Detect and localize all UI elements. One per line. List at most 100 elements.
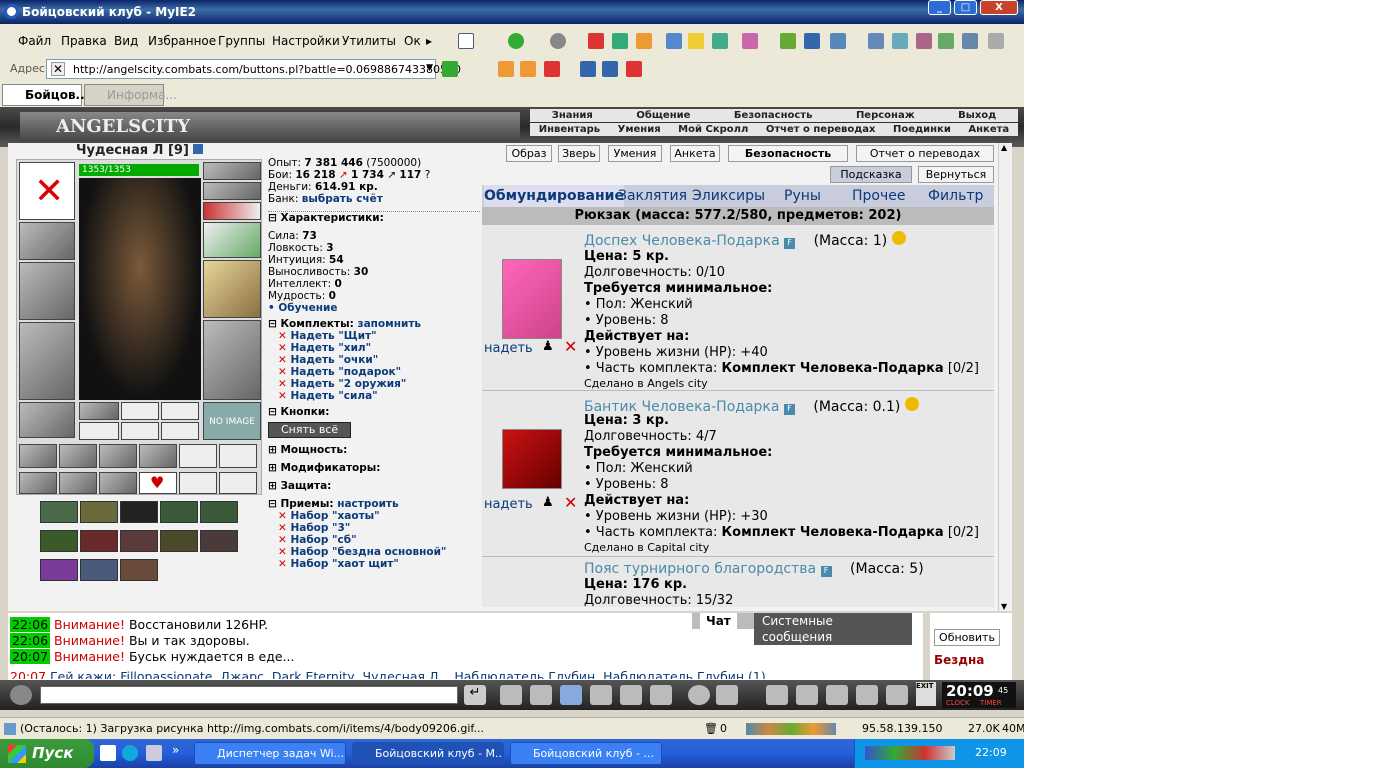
skill-icon[interactable] (120, 530, 158, 552)
protection-header[interactable]: ⊞ Защита: (268, 480, 480, 492)
nav-character[interactable]: Персонаж (856, 109, 915, 122)
eraser-icon[interactable] (500, 685, 522, 705)
skill-icon[interactable] (80, 559, 118, 581)
back-icon[interactable] (508, 33, 524, 49)
security-button[interactable]: Безопасность (728, 145, 848, 162)
quicklaunch-icon[interactable] (100, 745, 116, 761)
address-dropdown-icon[interactable]: ▼ (426, 63, 433, 73)
trick-set-item[interactable]: ✕ Набор "хаоты" (278, 510, 480, 522)
copy-icon[interactable] (868, 33, 884, 49)
quickslot[interactable] (59, 444, 97, 468)
skill-icon[interactable] (40, 501, 78, 523)
delete-trick-icon[interactable]: ✕ (278, 510, 287, 522)
item-name[interactable]: Пояс турнирного благородства F (Масса: 5… (584, 561, 924, 577)
nav-inventory[interactable]: Инвентарь (539, 123, 600, 136)
tab-elixirs[interactable]: Эликсиры (692, 185, 765, 207)
delete-set-icon[interactable]: ✕ (278, 354, 287, 366)
menu-settings[interactable]: Настройки (272, 34, 340, 48)
restore-tab-icon[interactable] (602, 61, 618, 77)
tab-spells[interactable]: Заклятия (618, 185, 687, 207)
tricks-header[interactable]: ⊟ Приемы: настроить (268, 498, 480, 510)
info-badge-icon[interactable]: F (783, 404, 795, 415)
minimize-tab-icon[interactable] (580, 61, 596, 77)
maximize-button[interactable]: □ (954, 0, 977, 15)
power-header[interactable]: ⊞ Мощность: (268, 444, 480, 456)
sets-header[interactable]: ⊟ Комплекты: запомнить (268, 318, 480, 330)
wear-link[interactable]: надеть (484, 341, 533, 356)
bag-icon[interactable] (766, 685, 788, 705)
reload-all-icon[interactable] (938, 33, 954, 49)
tab-other[interactable]: Прочее (852, 185, 905, 207)
slot-legs[interactable] (203, 320, 261, 400)
scroll-up-icon[interactable]: ▲ (1001, 143, 1007, 152)
trick-set-item[interactable]: ✕ Набор "3" (278, 522, 480, 534)
forward-icon[interactable] (550, 33, 566, 49)
slot-weapon[interactable] (19, 262, 75, 320)
main-scrollbar[interactable]: ▲ ▼ (998, 143, 1010, 611)
remove-all-button[interactable]: Снять всё (268, 422, 352, 438)
minimize-button[interactable]: _ (928, 0, 951, 15)
timer-label[interactable]: TIMER (980, 699, 1002, 707)
slot-helmet-empty[interactable]: ✕ (19, 162, 75, 220)
chat-mode-icon[interactable] (10, 685, 32, 705)
quickslot-heart[interactable]: ♥ (139, 472, 177, 494)
clan-icon[interactable] (886, 685, 908, 705)
task-task-manager[interactable]: Диспетчер задач Wi... (194, 742, 346, 765)
start-button[interactable]: Пуск (0, 739, 94, 768)
nav-skills[interactable]: Умения (618, 123, 661, 136)
wear-link[interactable]: надеть (484, 497, 533, 512)
set-item[interactable]: ✕ Надеть "хил" (278, 342, 480, 354)
favorites-star-icon[interactable] (688, 33, 704, 49)
nav-my-scroll[interactable]: Мой Скролл (678, 123, 748, 136)
sound-icon[interactable] (650, 685, 672, 705)
menu-groups[interactable]: Группы (218, 34, 265, 48)
slot-armor[interactable] (19, 322, 75, 400)
tab-equipment[interactable]: Обмундирование (484, 185, 624, 207)
training-link[interactable]: • Обучение (268, 302, 480, 314)
skill-icon[interactable] (80, 501, 118, 523)
translit-icon[interactable] (620, 685, 642, 705)
tools-icon[interactable] (988, 33, 1004, 49)
fight-icon[interactable] (590, 685, 612, 705)
menu-edit[interactable]: Правка (61, 34, 107, 48)
address-input[interactable]: ✕ http://angelscity.combats.com/buttons.… (46, 59, 461, 79)
nav-security[interactable]: Безопасность (734, 109, 813, 122)
quickslot[interactable] (99, 472, 137, 494)
drop-item-icon[interactable]: ✕ (564, 493, 577, 512)
new-page-icon[interactable] (458, 33, 474, 49)
menu-window[interactable]: Ок (404, 34, 421, 48)
transfer-report-button[interactable]: Отчет о переводах (856, 145, 994, 162)
open-icon[interactable] (780, 33, 796, 49)
tab-info[interactable]: Информа... (84, 84, 177, 106)
nav-transfer-report[interactable]: Отчет о переводах (766, 123, 876, 136)
buttons-header[interactable]: ⊟ Кнопки: (268, 406, 480, 418)
delete-set-icon[interactable]: ✕ (278, 366, 287, 378)
quickslot[interactable] (139, 444, 177, 468)
info-icon[interactable] (193, 144, 204, 154)
character-name[interactable]: Чудесная Л (76, 143, 163, 158)
nav-fights[interactable]: Поединки (893, 123, 951, 136)
slot-small-6[interactable] (161, 422, 199, 440)
edit-icon[interactable] (892, 33, 908, 49)
skill-icon[interactable] (120, 559, 158, 581)
menu-utilities[interactable]: Утилиты (342, 34, 396, 48)
quickslot[interactable] (19, 444, 57, 468)
trick-set-item[interactable]: ✕ Набор "сб" (278, 534, 480, 546)
set-item[interactable]: ✕ Надеть "подарок" (278, 366, 480, 378)
refresh-button[interactable]: Обновить (934, 629, 1000, 646)
set-item[interactable]: ✕ Надеть "сила" (278, 390, 480, 402)
slot-small-2[interactable] (121, 402, 159, 420)
tab-filter[interactable]: Фильтр (928, 185, 983, 207)
trick-set-item[interactable]: ✕ Набор "хаот щит" (278, 558, 480, 570)
quickslot[interactable] (59, 472, 97, 494)
map-icon[interactable] (826, 685, 848, 705)
set-item[interactable]: ✕ Надеть "Щит" (278, 330, 480, 342)
nav-communication[interactable]: Общение (636, 109, 690, 122)
chat-tab-system[interactable]: Системные сообщения (754, 613, 912, 645)
stop-icon[interactable] (588, 33, 604, 49)
delete-trick-icon[interactable]: ✕ (278, 558, 287, 570)
trash-icon[interactable]: 🗑 (704, 718, 718, 740)
bank-link[interactable]: выбрать счёт (302, 193, 383, 205)
quickslot[interactable] (219, 444, 257, 468)
slot-necklace[interactable] (203, 182, 261, 200)
